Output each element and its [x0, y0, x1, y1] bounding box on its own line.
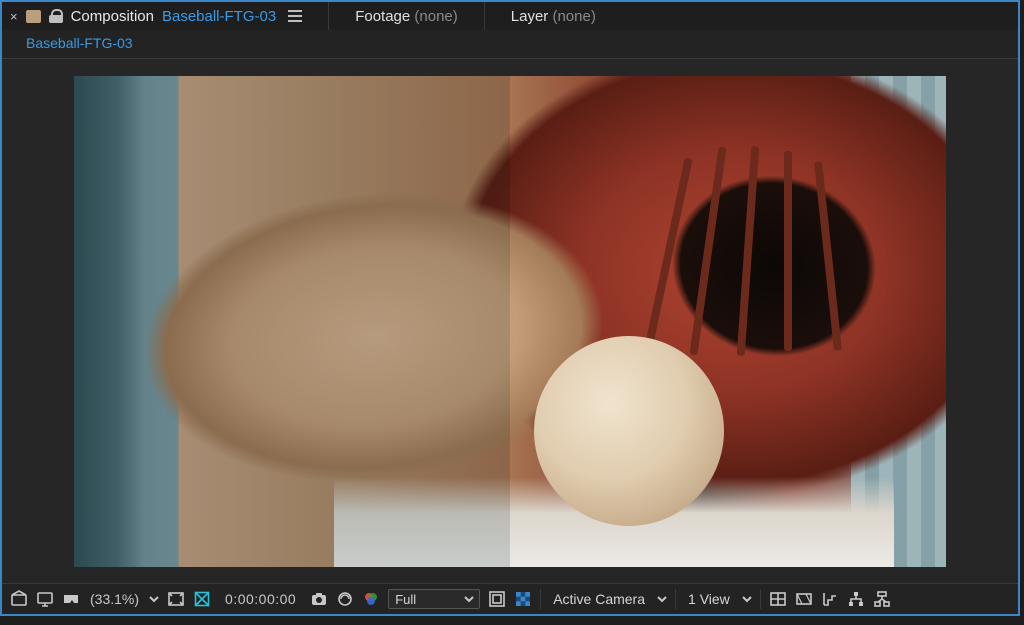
current-timecode[interactable]: 0:00:00:00 [219, 591, 302, 607]
resolution-value: Full [395, 592, 416, 607]
resolution-dropdown[interactable]: Full [388, 589, 480, 609]
chevron-down-icon[interactable] [742, 592, 752, 607]
footage-value: (none) [414, 8, 457, 25]
layer-value: (none) [552, 8, 595, 25]
zoom-dropdown-icon[interactable] [149, 592, 159, 607]
views-dropdown[interactable]: 1 View [684, 591, 734, 607]
divider [328, 2, 329, 30]
composition-tab[interactable]: Baseball-FTG-03 [18, 32, 141, 56]
safe-zones-icon[interactable] [167, 590, 185, 608]
timeline-link-icon[interactable] [847, 590, 865, 608]
separator [760, 589, 761, 609]
fast-previews-icon[interactable] [821, 590, 839, 608]
chevron-down-icon [464, 592, 474, 607]
vr-goggles-icon[interactable] [62, 590, 80, 608]
monitor-icon[interactable] [36, 590, 54, 608]
preview-viewer[interactable] [2, 58, 1018, 584]
viewer-controls: (33.1%) 0:00:00:00 Full [2, 584, 1018, 614]
close-icon[interactable]: × [10, 9, 18, 24]
separator [540, 589, 541, 609]
split-compare-overlay [74, 76, 510, 567]
snapshot-icon[interactable] [310, 590, 328, 608]
divider [484, 2, 485, 30]
layer-panel-tab[interactable]: Layer (none) [511, 8, 596, 25]
panel-type-label: Composition [71, 8, 154, 25]
transparency-grid-icon[interactable] [514, 590, 532, 608]
panel-header: × Composition Baseball-FTG-03 Footage (n… [2, 2, 1018, 30]
panel-menu-icon[interactable] [288, 10, 302, 22]
pixel-aspect-icon[interactable] [795, 590, 813, 608]
separator [675, 589, 676, 609]
composition-panel: × Composition Baseball-FTG-03 Footage (n… [0, 0, 1020, 616]
region-of-interest-icon[interactable] [488, 590, 506, 608]
panel-color-chip [26, 10, 41, 23]
preview-frame [74, 76, 946, 567]
view-layout-icon[interactable] [769, 590, 787, 608]
panel-composition-name[interactable]: Baseball-FTG-03 [162, 8, 276, 25]
layer-label: Layer [511, 8, 549, 25]
flowchart-icon[interactable] [873, 590, 891, 608]
camera-dropdown[interactable]: Active Camera [549, 591, 649, 607]
lock-icon[interactable] [49, 9, 63, 23]
footage-label: Footage [355, 8, 410, 25]
composition-tab-bar: Baseball-FTG-03 [2, 30, 1018, 58]
zoom-percent[interactable]: (33.1%) [88, 591, 141, 607]
mask-visibility-icon[interactable] [193, 590, 211, 608]
chevron-down-icon[interactable] [657, 592, 667, 607]
footage-panel-tab[interactable]: Footage (none) [355, 8, 458, 25]
color-management-icon[interactable] [362, 590, 380, 608]
show-channel-icon[interactable] [336, 590, 354, 608]
always-preview-icon[interactable] [10, 590, 28, 608]
